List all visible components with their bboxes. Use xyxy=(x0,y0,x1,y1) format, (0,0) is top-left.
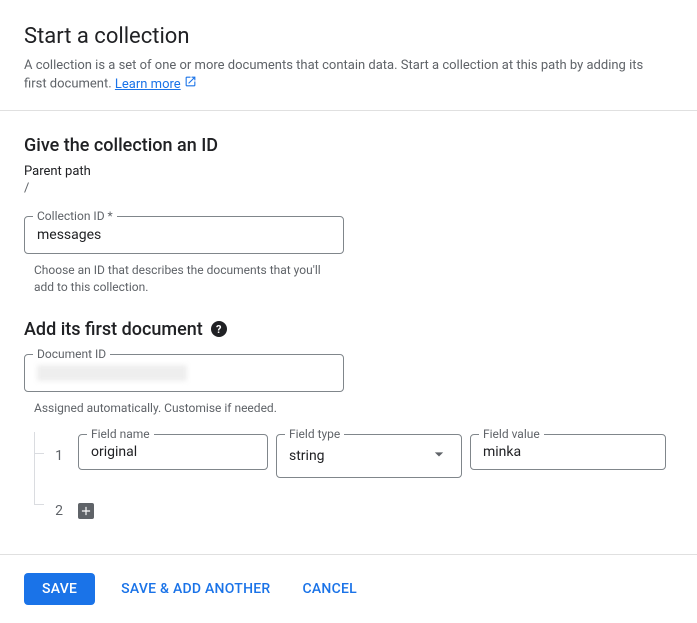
document-id-helper: Assigned automatically. Customise if nee… xyxy=(34,400,334,416)
field-row-1: 1 Field name Field type string xyxy=(24,434,673,478)
fields-tree: 1 Field name Field type string xyxy=(24,434,673,530)
dialog-title: Start a collection xyxy=(24,24,673,49)
help-icon[interactable]: ? xyxy=(211,321,227,337)
dialog-body: Give the collection an ID Parent path / … xyxy=(0,110,697,554)
field-type-select[interactable]: Field type string xyxy=(276,434,462,478)
field-type-label: Field type xyxy=(285,427,344,441)
add-field-button[interactable] xyxy=(78,503,94,519)
field-type-value: string xyxy=(289,448,325,464)
field-name-field[interactable]: Field name xyxy=(78,434,268,470)
field-type-col: Field type string xyxy=(276,434,462,478)
first-document-heading: Add its first document ? xyxy=(24,319,673,340)
chevron-down-icon xyxy=(429,444,449,468)
row-number: 2 xyxy=(50,503,68,519)
collection-id-input[interactable] xyxy=(37,227,331,243)
field-value-field[interactable]: Field value xyxy=(470,434,666,470)
collection-id-heading: Give the collection an ID xyxy=(24,135,673,156)
document-id-label: Document ID xyxy=(33,347,110,361)
field-value-label: Field value xyxy=(479,427,544,441)
field-name-input[interactable] xyxy=(91,444,255,460)
field-name-col: Field name xyxy=(78,434,268,478)
save-button[interactable]: SAVE xyxy=(24,573,95,605)
collection-id-field-group: Collection ID * Choose an ID that descri… xyxy=(24,216,673,294)
dialog-header: Start a collection A collection is a set… xyxy=(0,0,697,110)
field-row-2: 2 xyxy=(24,492,673,530)
document-id-input[interactable] xyxy=(37,365,187,381)
row-number: 1 xyxy=(50,448,68,464)
field-value-col: Field value xyxy=(470,434,666,478)
dialog-footer: SAVE SAVE & ADD ANOTHER CANCEL xyxy=(0,554,697,623)
field-value-input[interactable] xyxy=(483,444,653,460)
plus-icon xyxy=(79,504,93,518)
document-id-field-group: Document ID Assigned automatically. Cust… xyxy=(24,354,673,416)
collection-id-field[interactable]: Collection ID * xyxy=(24,216,344,254)
parent-path-label: Parent path xyxy=(24,164,673,179)
learn-more-link[interactable]: Learn more xyxy=(115,75,197,94)
field-name-label: Field name xyxy=(87,427,154,441)
save-add-another-button[interactable]: SAVE & ADD ANOTHER xyxy=(115,573,276,605)
dialog-description: A collection is a set of one or more doc… xyxy=(24,57,664,94)
collection-id-label: Collection ID * xyxy=(33,209,117,223)
document-id-field[interactable]: Document ID xyxy=(24,354,344,392)
collection-id-helper: Choose an ID that describes the document… xyxy=(34,262,334,294)
external-link-icon xyxy=(184,75,197,94)
cancel-button[interactable]: CANCEL xyxy=(296,573,362,605)
parent-path-value: / xyxy=(24,181,673,196)
